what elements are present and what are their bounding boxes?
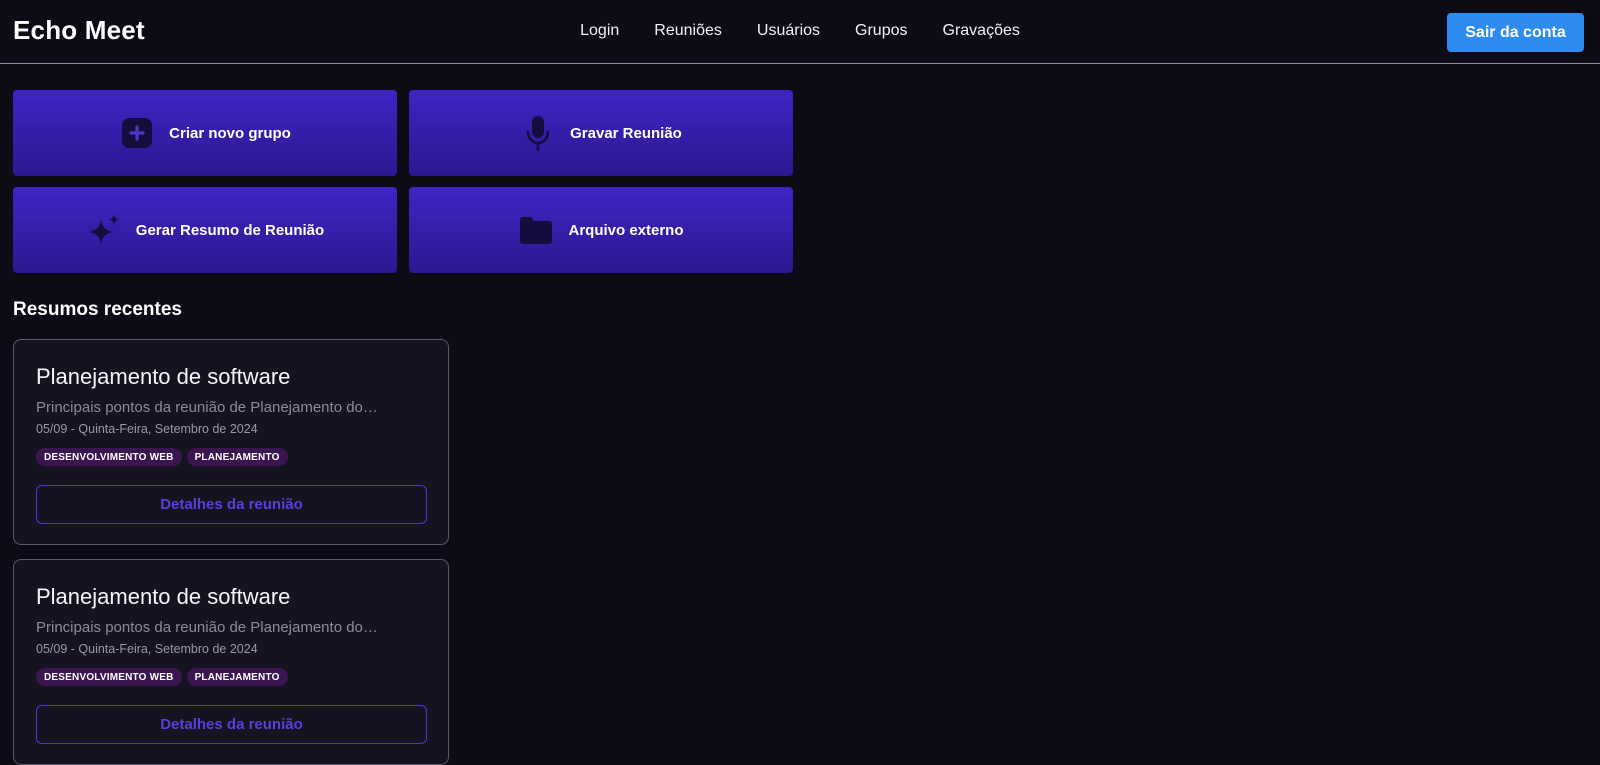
create-group-button[interactable]: Criar novo grupo xyxy=(13,90,397,176)
microphone-icon xyxy=(520,115,556,151)
folder-icon xyxy=(518,212,554,248)
summary-date: 05/09 - Quinta-Feira, Setembro de 2024 xyxy=(36,422,258,436)
tag-badge: PLANEJAMENTO xyxy=(186,448,288,466)
meeting-details-button[interactable]: Detalhes da reunião xyxy=(36,485,427,524)
nav-link-login[interactable]: Login xyxy=(580,22,619,40)
record-meeting-label: Gravar Reunião xyxy=(570,124,682,142)
nav-link-grupos[interactable]: Grupos xyxy=(855,22,907,40)
summary-date: 05/09 - Quinta-Feira, Setembro de 2024 xyxy=(36,642,258,656)
summary-title: Planejamento de software xyxy=(36,364,291,389)
summary-card: Planejamento de software Principais pont… xyxy=(13,339,449,545)
create-group-label: Criar novo grupo xyxy=(169,124,291,142)
logout-button[interactable]: Sair da conta xyxy=(1447,13,1584,52)
summary-tags: DESENVOLVIMENTO WEB PLANEJAMENTO xyxy=(36,668,426,686)
record-meeting-button[interactable]: Gravar Reunião xyxy=(409,90,793,176)
summary-description: Principais pontos da reunião de Planejam… xyxy=(36,619,378,636)
top-navbar: Echo Meet Login Reuniões Usuários Grupos… xyxy=(0,0,1600,64)
quick-actions: Criar novo grupo Gravar Reunião Gerar Re… xyxy=(13,90,793,273)
summary-title: Planejamento de software xyxy=(36,584,291,609)
nav-link-gravacoes[interactable]: Gravações xyxy=(943,22,1020,40)
external-file-button[interactable]: Arquivo externo xyxy=(409,187,793,273)
tag-badge: PLANEJAMENTO xyxy=(186,668,288,686)
recent-summaries-heading: Resumos recentes xyxy=(13,299,182,320)
generate-summary-label: Gerar Resumo de Reunião xyxy=(135,221,325,239)
recent-summaries-list: Planejamento de software Principais pont… xyxy=(13,339,449,765)
generate-summary-button[interactable]: Gerar Resumo de Reunião xyxy=(13,187,397,273)
tag-badge: DESENVOLVIMENTO WEB xyxy=(36,448,182,466)
plus-square-icon xyxy=(119,115,155,151)
summary-tags: DESENVOLVIMENTO WEB PLANEJAMENTO xyxy=(36,448,426,466)
summary-card: Planejamento de software Principais pont… xyxy=(13,559,449,765)
tag-badge: DESENVOLVIMENTO WEB xyxy=(36,668,182,686)
meeting-details-button[interactable]: Detalhes da reunião xyxy=(36,705,427,744)
main-nav: Login Reuniões Usuários Grupos Gravações xyxy=(0,22,1600,40)
nav-link-usuarios[interactable]: Usuários xyxy=(757,22,820,40)
summary-description: Principais pontos da reunião de Planejam… xyxy=(36,399,378,416)
external-file-label: Arquivo externo xyxy=(568,221,684,239)
nav-link-reunioes[interactable]: Reuniões xyxy=(654,22,722,40)
sparkles-icon xyxy=(86,212,122,248)
